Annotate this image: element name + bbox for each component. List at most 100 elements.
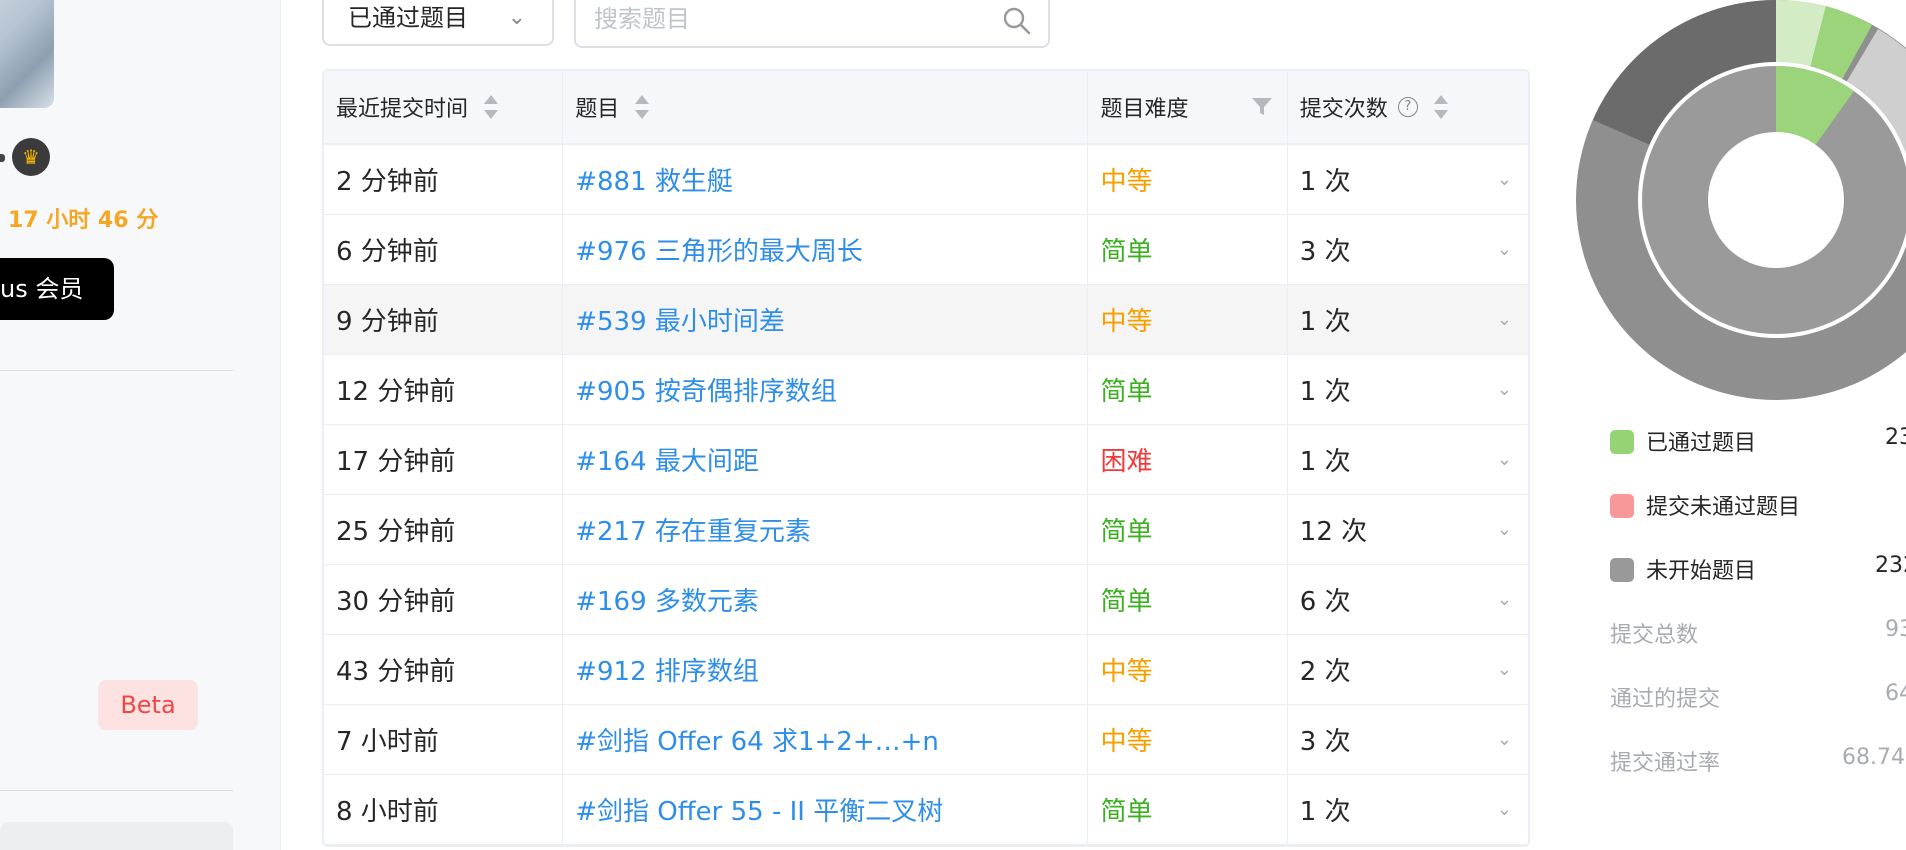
avatar[interactable] — [0, 0, 54, 108]
legend-swatch — [1610, 494, 1634, 518]
difficulty-cell: 中等 — [1088, 635, 1288, 704]
submission-count: 1 次 — [1299, 167, 1351, 197]
submit-time-text: 8 小时前 — [336, 797, 439, 827]
legend-item[interactable]: 提交未通过题目 — [1610, 489, 1800, 521]
table-row[interactable]: 2 分钟前 #881 救生艇 中等 1 次 ⌄ — [324, 145, 1528, 215]
expand-chevron-icon[interactable]: ⌄ — [1497, 215, 1512, 284]
difficulty-label: 中等 — [1100, 657, 1153, 687]
table-row[interactable]: 25 分钟前 #217 存在重复元素 简单 12 次 ⌄ — [324, 495, 1528, 565]
submit-time: 9 分钟前 — [324, 285, 564, 354]
table-row[interactable]: 6 分钟前 #976 三角形的最大周长 简单 3 次 ⌄ — [324, 215, 1528, 285]
header-difficulty[interactable]: 题目难度 — [1088, 71, 1288, 143]
submit-time: 43 分钟前 — [324, 635, 564, 704]
table-row[interactable]: 8 小时前 #剑指 Offer 55 - II 平衡二叉树 简单 1 次 ⌄ — [324, 775, 1528, 845]
problem-title-cell: #剑指 Offer 64 求1+2+…+n — [563, 705, 1089, 774]
submission-count-cell: 2 次 ⌄ — [1288, 635, 1528, 704]
username-fragment — [0, 154, 5, 162]
difficulty-label: 困难 — [1100, 447, 1153, 477]
submission-count: 1 次 — [1299, 377, 1351, 407]
expand-chevron-icon[interactable]: ⌄ — [1497, 145, 1512, 214]
legend-value: 23 — [1885, 425, 1906, 450]
submission-count-cell: 1 次 ⌄ — [1288, 425, 1528, 494]
sort-icon[interactable] — [1433, 93, 1448, 121]
difficulty-cell: 中等 — [1088, 705, 1288, 774]
problem-title-link[interactable]: #剑指 Offer 64 求1+2+…+n — [575, 721, 939, 758]
table-row[interactable]: 43 分钟前 #912 排序数组 中等 2 次 ⌄ — [324, 635, 1528, 705]
submit-time: 6 分钟前 — [324, 215, 564, 284]
expand-chevron-icon[interactable]: ⌄ — [1497, 775, 1512, 844]
submissions-table: 最近提交时间 题目 题目难度 提交次数 ? 2 分钟前 #881 救生艇 中等 1 次… — [322, 69, 1530, 847]
problem-title-link[interactable]: #217 存在重复元素 — [575, 511, 811, 548]
table-row[interactable]: 17 分钟前 #164 最大间距 困难 1 次 ⌄ — [324, 425, 1528, 495]
table-row[interactable]: 7 小时前 #剑指 Offer 64 求1+2+…+n 中等 3 次 ⌄ — [324, 705, 1528, 775]
header-submissions[interactable]: 提交次数 ? — [1288, 71, 1528, 143]
legend-item[interactable]: 已通过题目 — [1610, 425, 1756, 457]
expand-chevron-icon[interactable]: ⌄ — [1497, 355, 1512, 424]
search-icon[interactable] — [1002, 6, 1032, 36]
difficulty-label: 简单 — [1100, 797, 1153, 827]
beta-badge: Beta — [98, 680, 198, 730]
expand-chevron-icon[interactable]: ⌄ — [1497, 705, 1512, 774]
chevron-down-icon: ⌄ — [507, 5, 526, 30]
filter-icon[interactable] — [1251, 97, 1273, 117]
problem-title-link[interactable]: #905 按奇偶排序数组 — [575, 371, 837, 408]
status-select-value: 已通过题目 — [348, 4, 468, 32]
difficulty-cell: 中等 — [1088, 285, 1288, 354]
table-row[interactable]: 9 分钟前 #539 最小时间差 中等 1 次 ⌄ — [324, 285, 1528, 355]
expand-chevron-icon[interactable]: ⌄ — [1497, 285, 1512, 354]
submission-count-cell: 1 次 ⌄ — [1288, 355, 1528, 424]
header-submissions-label: 提交次数 — [1299, 97, 1388, 122]
table-header: 最近提交时间 题目 题目难度 提交次数 ? — [324, 71, 1528, 145]
difficulty-label: 中等 — [1100, 307, 1153, 337]
sort-icon[interactable] — [484, 93, 499, 121]
problem-title-link[interactable]: #164 最大间距 — [575, 441, 759, 478]
status-select[interactable]: 已通过题目 ⌄ — [322, 0, 554, 46]
progress-donut-chart — [1576, 0, 1906, 400]
expand-chevron-icon[interactable]: ⌄ — [1497, 495, 1512, 564]
expand-chevron-icon[interactable]: ⌄ — [1497, 635, 1512, 704]
problem-title-link[interactable]: #剑指 Offer 55 - II 平衡二叉树 — [575, 791, 943, 828]
submit-time: 2 分钟前 — [324, 145, 564, 214]
legend-item[interactable]: 未开始题目 — [1610, 553, 1756, 585]
difficulty-label: 中等 — [1100, 167, 1153, 197]
submission-count-cell: 12 次 ⌄ — [1288, 495, 1528, 564]
table-row[interactable]: 30 分钟前 #169 多数元素 简单 6 次 ⌄ — [324, 565, 1528, 635]
difficulty-label: 简单 — [1100, 237, 1153, 267]
plus-member-button[interactable]: us 会员 — [0, 258, 114, 320]
problem-title-link[interactable]: #539 最小时间差 — [575, 301, 785, 338]
help-icon[interactable]: ? — [1397, 97, 1418, 117]
difficulty-cell: 简单 — [1088, 565, 1288, 634]
search-box[interactable] — [574, 0, 1050, 48]
header-title[interactable]: 题目 — [563, 71, 1089, 143]
problem-title-cell: #912 排序数组 — [563, 635, 1089, 704]
expand-chevron-icon[interactable]: ⌄ — [1497, 425, 1512, 494]
submit-time: 8 小时前 — [324, 775, 564, 844]
difficulty-cell: 简单 — [1088, 215, 1288, 284]
legend-value: 232 — [1875, 553, 1906, 578]
submission-count: 2 次 — [1299, 657, 1351, 687]
search-input[interactable] — [576, 0, 956, 46]
sidebar-bottom-item[interactable] — [0, 822, 233, 850]
problem-title-link[interactable]: #169 多数元素 — [575, 581, 759, 618]
expand-chevron-icon[interactable]: ⌄ — [1497, 565, 1512, 634]
submit-time-text: 7 小时前 — [336, 727, 439, 757]
submit-time: 12 分钟前 — [324, 355, 564, 424]
header-difficulty-label: 题目难度 — [1100, 97, 1189, 122]
header-title-label: 题目 — [575, 97, 620, 122]
difficulty-cell: 简单 — [1088, 775, 1288, 844]
header-time[interactable]: 最近提交时间 — [324, 71, 564, 143]
difficulty-label: 简单 — [1100, 587, 1153, 617]
submission-count: 1 次 — [1299, 797, 1351, 827]
problem-title-link[interactable]: #881 救生艇 — [575, 161, 733, 198]
problem-title-link[interactable]: #976 三角形的最大周长 — [575, 231, 863, 268]
sort-icon[interactable] — [635, 93, 650, 121]
legend-label: 已通过题目 — [1646, 431, 1757, 456]
submission-count-cell: 1 次 ⌄ — [1288, 285, 1528, 354]
stat-label: 提交通过率 — [1610, 751, 1721, 776]
table-row[interactable]: 12 分钟前 #905 按奇偶排序数组 简单 1 次 ⌄ — [324, 355, 1528, 425]
problem-title-link[interactable]: #912 排序数组 — [575, 651, 759, 688]
difficulty-cell: 中等 — [1088, 145, 1288, 214]
legend-swatch — [1610, 558, 1634, 582]
submit-time-text: 2 分钟前 — [336, 167, 439, 197]
study-time: 17 小时 46 分 — [8, 208, 159, 233]
